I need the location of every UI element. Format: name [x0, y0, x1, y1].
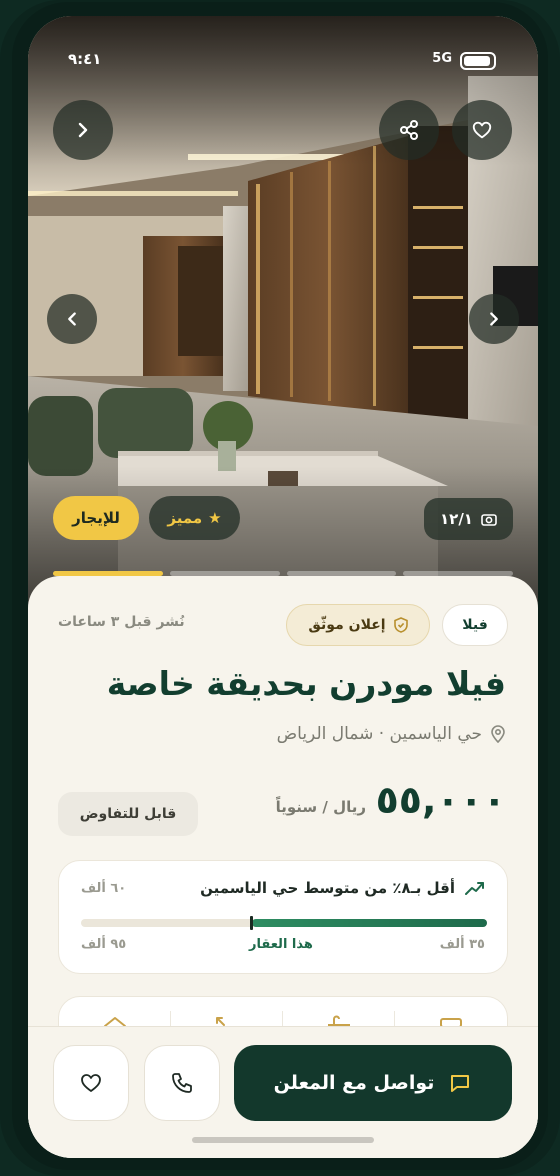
- photo-counter[interactable]: ١٢/١: [424, 498, 513, 540]
- comparison-title: أقل بـ٨٪ من متوسط حي الياسمين: [200, 879, 455, 897]
- chevron-left-icon: [68, 312, 76, 326]
- network-indicator: 5G: [432, 51, 452, 66]
- battery-icon: [460, 52, 496, 70]
- property-type-chip[interactable]: فيلا: [442, 604, 508, 646]
- shield-icon: [393, 617, 408, 633]
- verified-badge: إعلان موثّق: [286, 604, 430, 646]
- posted-time: نُشر قبل ٣ ساعات: [58, 614, 185, 630]
- gallery-next-button[interactable]: [469, 294, 519, 344]
- comparison-bar: [81, 916, 487, 930]
- call-button[interactable]: [144, 1045, 220, 1121]
- price-comparison-card: أقل بـ٨٪ من متوسط حي الياسمين ٦٠ ألف ٣٥ …: [58, 860, 508, 974]
- price-value: ٥٥,٠٠٠: [375, 778, 506, 822]
- chevron-right-icon: [78, 122, 88, 138]
- comparison-this-label: هذا العقار: [249, 937, 313, 952]
- rent-badge: للإيجار: [53, 496, 139, 540]
- comparison-max-label: ٦٠ ألف: [81, 881, 127, 896]
- price-unit: ريال / سنوياً: [275, 798, 366, 816]
- verified-label: إعلان موثّق: [308, 617, 386, 633]
- status-bar: ٩:٤١ 5G: [28, 16, 538, 86]
- listing-location: حي الياسمين · شمال الرياض: [277, 724, 506, 744]
- share-icon: [400, 120, 418, 140]
- status-time: ٩:٤١: [68, 50, 102, 68]
- trend-icon: [465, 882, 484, 895]
- listing-title: فيلا مودرن بحديقة خاصة: [106, 664, 506, 703]
- heart-icon: [472, 121, 492, 139]
- star-icon: ★: [208, 509, 222, 527]
- favorite-button[interactable]: [452, 100, 512, 160]
- location-pin-icon: [491, 725, 505, 743]
- property-gallery[interactable]: ٩:٤١ 5G للإيجار مميز ★ ١٢/١: [28, 16, 538, 616]
- comparison-marker: [249, 916, 253, 930]
- camera-icon: [481, 514, 497, 526]
- chat-icon: [451, 1075, 470, 1092]
- back-button[interactable]: [53, 100, 113, 160]
- home-indicator[interactable]: [192, 1137, 374, 1143]
- featured-label: مميز: [167, 509, 203, 527]
- contact-label: تواصل مع المعلن: [273, 1072, 435, 1094]
- location-label: حي الياسمين · شمال الرياض: [276, 724, 482, 744]
- heart-icon: [81, 1074, 101, 1092]
- gallery-prev-button[interactable]: [47, 294, 97, 344]
- device-frame: ٩:٤١ 5G للإيجار مميز ★ ١٢/١ فيلا إعلان م…: [0, 0, 560, 1176]
- share-button[interactable]: [379, 100, 439, 160]
- chevron-right-icon: [490, 312, 498, 326]
- screen: ٩:٤١ 5G للإيجار مميز ★ ١٢/١ فيلا إعلان م…: [28, 16, 538, 1158]
- phone-icon: [172, 1073, 192, 1093]
- save-favorite-button[interactable]: [53, 1045, 129, 1121]
- featured-badge: مميز ★: [149, 496, 240, 540]
- negotiable-badge: قابل للتفاوض: [58, 792, 198, 836]
- photo-counter-label: ١٢/١: [440, 510, 473, 528]
- contact-advertiser-button[interactable]: تواصل مع المعلن: [234, 1045, 512, 1121]
- comparison-bar-fill: [251, 919, 487, 927]
- comparison-min-label: ٣٥ ألف: [439, 937, 485, 952]
- comparison-low-label: ٩٥ ألف: [81, 937, 127, 952]
